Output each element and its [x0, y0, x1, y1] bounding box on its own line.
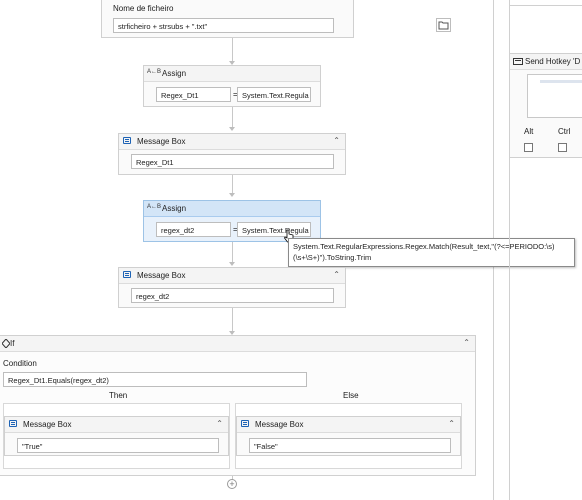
assign-activity-1[interactable]: A←B Assign Regex_Dt1 = System.Text.Regul… [143, 65, 321, 107]
else-label: Else [343, 391, 359, 400]
alt-label: Alt [524, 127, 534, 136]
connector-line [232, 242, 233, 264]
send-hotkey-header: Send Hotkey 'D [510, 54, 582, 70]
condition-input[interactable]: Regex_Dt1.Equals(regex_dt2) [3, 372, 307, 387]
message-box-title: Message Box [255, 420, 304, 429]
message-box-text-field[interactable]: "False" [249, 438, 451, 453]
message-box-icon [123, 271, 131, 278]
if-icon [2, 339, 10, 348]
message-box-title: Message Box [137, 271, 186, 280]
assign-icon: A←B [147, 204, 162, 210]
send-hotkey-activity[interactable]: Send Hotkey 'D Alt Ctrl [509, 53, 582, 158]
message-box-false[interactable]: Message Box ⌃ "False" [236, 416, 461, 456]
add-activity-icon[interactable]: + [227, 479, 237, 489]
assign-to-field[interactable]: Regex_Dt1 [156, 87, 231, 102]
message-box-text-field[interactable]: Regex_Dt1 [131, 154, 334, 169]
preview-thumbnail-line [540, 80, 582, 83]
alt-checkbox[interactable] [524, 143, 533, 152]
collapse-chevron-icon[interactable]: ⌃ [216, 419, 223, 428]
message-box-icon [9, 420, 17, 427]
collapse-chevron-icon[interactable]: ⌃ [333, 136, 340, 145]
side-panel-top-line [509, 0, 582, 6]
assign-icon: A←B [147, 69, 162, 75]
assign-value-field[interactable]: System.Text.Regula [237, 87, 311, 102]
send-hotkey-title: Send Hotkey 'D [525, 57, 581, 66]
message-box-activity-1[interactable]: Message Box ⌃ Regex_Dt1 [118, 133, 346, 175]
filename-input[interactable]: strficheiro + strsubs + ".txt" [113, 18, 334, 33]
connector-line [232, 107, 233, 129]
collapse-chevron-icon[interactable]: ⌃ [333, 270, 340, 279]
if-activity[interactable]: If ⌃ Condition Regex_Dt1.Equals(regex_dt… [0, 335, 476, 476]
filename-label: Nome de ficheiro [113, 4, 174, 13]
message-box-activity-2[interactable]: Message Box ⌃ regex_dt2 [118, 267, 346, 308]
collapse-chevron-icon[interactable]: ⌃ [448, 419, 455, 428]
connector-line [232, 175, 233, 195]
then-branch[interactable]: Message Box ⌃ "True" [3, 403, 230, 469]
ctrl-checkbox[interactable] [558, 143, 567, 152]
message-box-header: Message Box ⌃ [119, 268, 345, 284]
message-box-header: Message Box ⌃ [119, 134, 345, 150]
send-hotkey-preview[interactable] [527, 74, 582, 118]
message-box-true[interactable]: Message Box ⌃ "True" [4, 416, 229, 456]
collapse-chevron-icon[interactable]: ⌃ [463, 338, 470, 347]
assign-value-field[interactable]: System.Text.Regula [237, 222, 311, 237]
filename-activity[interactable]: Nome de ficheiro strficheiro + strsubs +… [101, 0, 451, 38]
message-box-icon [241, 420, 249, 427]
keyboard-icon [513, 58, 523, 65]
if-title: If [10, 339, 15, 348]
else-branch[interactable]: Message Box ⌃ "False" [235, 403, 462, 469]
assign-to-field[interactable]: regex_dt2 [156, 222, 231, 237]
condition-label: Condition [3, 359, 37, 368]
assign-title: Assign [162, 69, 187, 78]
assign-header: A←B Assign [144, 201, 320, 217]
message-box-header: Message Box ⌃ [237, 417, 460, 433]
message-box-title: Message Box [23, 420, 72, 429]
connector-arrow [229, 127, 235, 131]
then-label: Then [109, 391, 128, 400]
if-header: If ⌃ [0, 336, 475, 352]
folder-icon[interactable] [436, 18, 451, 32]
message-box-icon [123, 137, 131, 144]
message-box-text-field[interactable]: regex_dt2 [131, 288, 334, 303]
expression-tooltip: System.Text.RegularExpressions.Regex.Mat… [288, 238, 575, 267]
message-box-text-field[interactable]: "True" [17, 438, 219, 453]
assign-header: A←B Assign [144, 66, 320, 82]
message-box-header: Message Box ⌃ [5, 417, 228, 433]
message-box-title: Message Box [137, 137, 186, 146]
connector-arrow [229, 193, 235, 197]
assign-activity-2[interactable]: A←B Assign regex_dt2 = System.Text.Regul… [143, 200, 321, 242]
assign-title: Assign [162, 204, 187, 213]
connector-arrow [229, 262, 235, 266]
ctrl-label: Ctrl [558, 127, 571, 136]
